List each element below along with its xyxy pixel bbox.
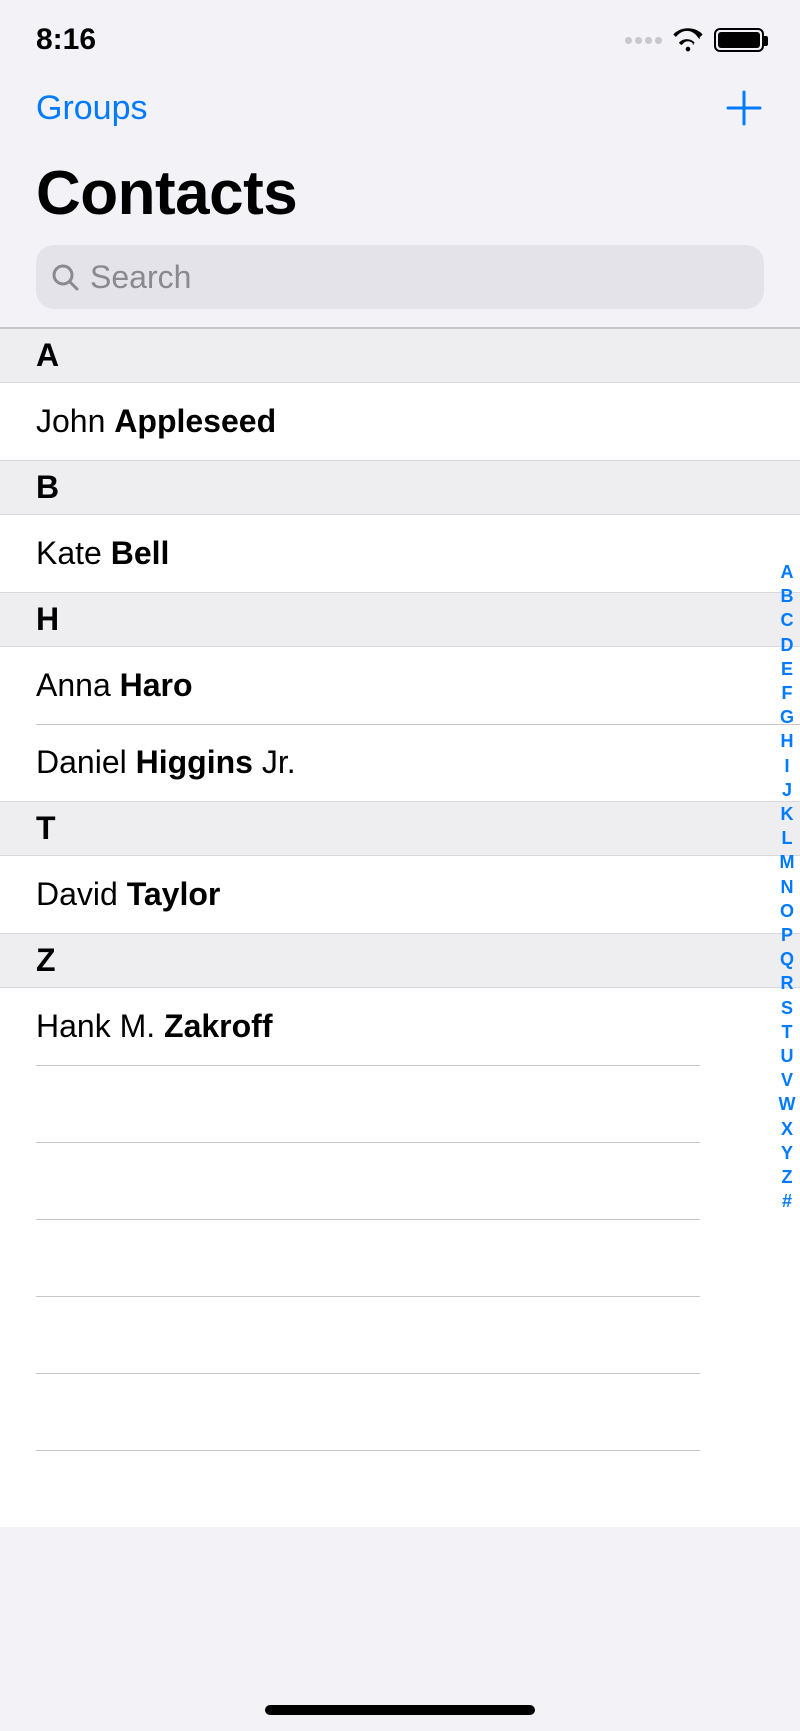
index-letter[interactable]: P (781, 923, 793, 947)
section-header: H (0, 592, 800, 647)
contact-row[interactable]: Hank M. Zakroff (0, 988, 800, 1065)
index-letter[interactable]: M (780, 850, 795, 874)
contact-first-name: Daniel (36, 744, 136, 780)
cellular-icon (625, 37, 662, 44)
empty-row (0, 1450, 800, 1527)
search-icon (50, 262, 80, 292)
index-letter[interactable]: U (781, 1044, 794, 1068)
page-title: Contacts (0, 128, 800, 245)
section-header: T (0, 801, 800, 856)
contact-first-name: John (36, 403, 114, 439)
index-letter[interactable]: V (781, 1068, 793, 1092)
contact-row[interactable]: Daniel Higgins Jr. (0, 724, 800, 801)
contact-last-name: Appleseed (114, 403, 276, 439)
empty-row (0, 1142, 800, 1219)
add-contact-button[interactable] (724, 88, 764, 128)
contact-last-name: Taylor (127, 876, 221, 912)
search-container (0, 245, 800, 327)
status-bar: 8:16 (0, 0, 800, 70)
index-letter[interactable]: Z (782, 1165, 793, 1189)
contact-last-name: Higgins (136, 744, 253, 780)
status-indicators (625, 28, 764, 52)
index-letter[interactable]: O (780, 899, 794, 923)
contact-row[interactable]: John Appleseed (0, 383, 800, 460)
index-letter[interactable]: H (781, 729, 794, 753)
index-letter[interactable]: L (782, 826, 793, 850)
section-header: B (0, 460, 800, 515)
index-letter[interactable]: C (781, 608, 794, 632)
battery-icon (714, 28, 764, 52)
index-letter[interactable]: Y (781, 1141, 793, 1165)
section-header: A (0, 328, 800, 383)
contact-last-name: Bell (111, 535, 170, 571)
contact-first-name: Kate (36, 535, 111, 571)
contact-last-name: Zakroff (164, 1008, 272, 1044)
contacts-list[interactable]: AJohn AppleseedBKate BellHAnna HaroDanie… (0, 328, 800, 1527)
index-letter[interactable]: F (782, 681, 793, 705)
nav-bar: Groups (0, 70, 800, 128)
index-letter[interactable]: J (782, 778, 792, 802)
index-letter[interactable]: X (781, 1117, 793, 1141)
empty-row (0, 1296, 800, 1373)
status-time: 8:16 (36, 23, 96, 57)
contact-row[interactable]: David Taylor (0, 856, 800, 933)
index-letter[interactable]: I (784, 754, 789, 778)
index-letter[interactable]: S (781, 996, 793, 1020)
alphabet-index[interactable]: ABCDEFGHIJKLMNOPQRSTUVWXYZ# (774, 560, 800, 1213)
empty-row (0, 1065, 800, 1142)
index-letter[interactable]: R (781, 971, 794, 995)
empty-row (0, 1219, 800, 1296)
section-header: Z (0, 933, 800, 988)
index-letter[interactable]: N (781, 875, 794, 899)
contact-row[interactable]: Anna Haro (0, 647, 800, 724)
index-letter[interactable]: B (781, 584, 794, 608)
contact-first-name: Hank M. (36, 1008, 164, 1044)
index-letter[interactable]: Q (780, 947, 794, 971)
wifi-icon (672, 28, 704, 52)
groups-button[interactable]: Groups (36, 89, 148, 128)
contact-row[interactable]: Kate Bell (0, 515, 800, 592)
empty-row (0, 1373, 800, 1450)
index-letter[interactable]: K (781, 802, 794, 826)
search-input[interactable] (90, 259, 750, 296)
index-letter[interactable]: T (782, 1020, 793, 1044)
index-letter[interactable]: # (782, 1189, 792, 1213)
contact-last-name: Haro (120, 667, 193, 703)
index-letter[interactable]: A (781, 560, 794, 584)
contact-first-name: Anna (36, 667, 120, 703)
index-letter[interactable]: G (780, 705, 794, 729)
contact-first-name: David (36, 876, 127, 912)
contact-suffix: Jr. (253, 744, 296, 780)
search-field[interactable] (36, 245, 764, 309)
index-letter[interactable]: W (779, 1092, 796, 1116)
index-letter[interactable]: E (781, 657, 793, 681)
home-indicator (265, 1705, 535, 1715)
index-letter[interactable]: D (781, 633, 794, 657)
